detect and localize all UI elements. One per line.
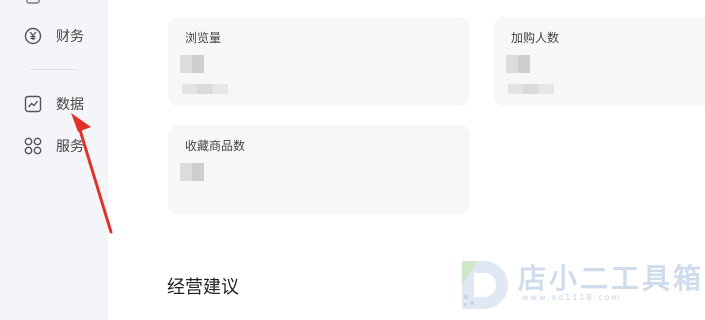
- partial-icon: [26, 0, 40, 4]
- sidebar-item-label: 服务: [56, 139, 84, 155]
- blurred-value: [180, 55, 204, 73]
- blurred-subvalue: [508, 84, 554, 94]
- watermark: 店小二工具箱 www.xd1118.com: [456, 255, 701, 315]
- blurred-value: [506, 55, 530, 73]
- sidebar-item-data[interactable]: 数据: [24, 94, 84, 114]
- watermark-url: www.xd1118.com: [522, 293, 622, 302]
- card-label: 加购人数: [511, 31, 560, 45]
- grid-circles-icon: [24, 137, 42, 155]
- blurred-value: [180, 163, 204, 181]
- stat-card-views[interactable]: 浏览量: [168, 17, 470, 106]
- watermark-logo-icon: [462, 261, 508, 309]
- sidebar-item-finance[interactable]: 财务: [24, 26, 84, 46]
- card-label: 浏览量: [185, 31, 222, 45]
- stat-card-favorites[interactable]: 收藏商品数: [168, 125, 470, 214]
- card-label: 收藏商品数: [185, 139, 246, 153]
- yen-circle-icon: [24, 27, 42, 45]
- sidebar: 财务 数据 服务: [0, 0, 108, 320]
- sidebar-item-service[interactable]: 服务: [24, 136, 84, 156]
- sidebar-item-label: 财务: [56, 29, 84, 45]
- divider: [30, 69, 78, 70]
- watermark-text: 店小二工具箱: [518, 262, 705, 295]
- section-title: 经营建议: [167, 277, 239, 298]
- chart-line-icon: [24, 95, 42, 113]
- sidebar-item-label: 数据: [56, 97, 84, 113]
- blurred-subvalue: [182, 84, 228, 94]
- stat-card-add-to-cart[interactable]: 加购人数: [494, 17, 705, 106]
